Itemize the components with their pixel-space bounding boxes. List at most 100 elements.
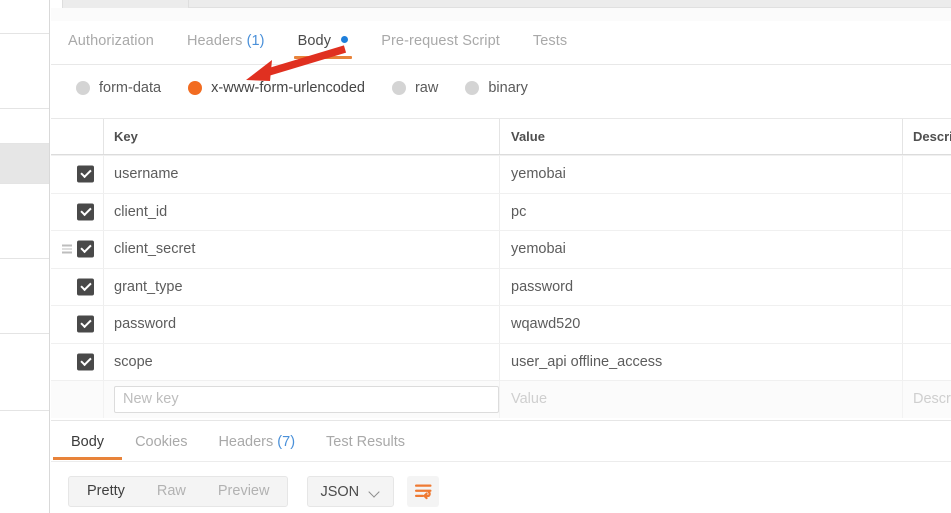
row-checkbox-cell	[51, 193, 104, 230]
row-checkbox-cell	[51, 156, 104, 193]
table-row: grant_type password	[51, 267, 951, 306]
row-key-cell[interactable]: grant_type	[104, 268, 500, 305]
body-mode-form-data[interactable]: form-data	[76, 80, 161, 96]
row-enabled-checkbox[interactable]	[77, 203, 94, 221]
row-key-cell[interactable]: scope	[104, 343, 500, 380]
new-description-placeholder: Descri	[913, 391, 951, 408]
new-row-description-cell[interactable]: Descri	[903, 381, 951, 418]
view-mode-pretty[interactable]: Pretty	[71, 477, 141, 506]
tab-tests[interactable]: Tests	[533, 22, 567, 49]
radio-selected-icon	[188, 81, 203, 95]
new-key-input[interactable]	[114, 385, 499, 413]
tab-body-active-underline	[293, 56, 353, 59]
tab-pre-request-script[interactable]: Pre-request Script	[381, 22, 500, 49]
new-row-value-cell[interactable]: Value	[500, 381, 903, 418]
header-cell-description: Descrip	[913, 129, 951, 144]
request-panel: Authorization Headers (1) Body Pre-reque…	[51, 0, 951, 513]
row-enabled-checkbox[interactable]	[77, 165, 94, 183]
header-cell-checkbox	[51, 119, 104, 154]
row-value-cell[interactable]: user_api offline_access	[500, 343, 903, 380]
table-row: client_id pc	[51, 192, 951, 231]
row-enabled-checkbox[interactable]	[77, 353, 94, 371]
row-value-cell[interactable]: pc	[500, 193, 903, 230]
row-value-text: password	[511, 278, 574, 295]
row-value-cell[interactable]: password	[500, 268, 903, 305]
response-tab-headers-count: (7)	[277, 434, 296, 450]
body-mode-urlencoded[interactable]: x-www-form-urlencoded	[188, 80, 365, 96]
row-checkbox-cell	[51, 231, 104, 268]
response-format-dropdown[interactable]: JSON	[307, 476, 395, 507]
response-tab-cookies-label: Cookies	[135, 434, 188, 450]
radio-icon	[465, 81, 480, 95]
row-description-cell[interactable]	[903, 156, 951, 193]
table-row: username yemobai	[51, 155, 951, 193]
row-checkbox-cell	[51, 268, 104, 305]
sidebar-partial	[0, 0, 50, 513]
unsaved-dot-icon	[341, 36, 349, 43]
row-value-text: yemobai	[511, 241, 566, 258]
body-mode-urlencoded-label: x-www-form-urlencoded	[211, 80, 365, 96]
row-key-cell[interactable]: username	[104, 156, 500, 193]
row-value-text: wqawd520	[511, 316, 581, 333]
view-mode-raw[interactable]: Raw	[141, 477, 202, 506]
row-value-text: yemobai	[511, 166, 566, 183]
response-tab-test-results-label: Test Results	[326, 434, 406, 450]
row-key-cell[interactable]: client_secret	[104, 231, 500, 268]
row-enabled-checkbox[interactable]	[77, 315, 94, 333]
body-params-table: Key Value Descrip username yemobai	[51, 118, 951, 418]
response-tab-test-results[interactable]: Test Results	[326, 421, 405, 450]
sidebar-divider	[0, 258, 50, 259]
row-value-text: pc	[511, 203, 527, 220]
response-tab-body[interactable]: Body	[53, 421, 123, 460]
tab-headers-count: (1)	[246, 33, 265, 49]
sidebar-divider	[0, 108, 50, 109]
postman-request-body-panel: Authorization Headers (1) Body Pre-reque…	[0, 0, 951, 513]
word-wrap-toggle[interactable]	[407, 476, 440, 507]
tab-body[interactable]: Body	[293, 22, 353, 59]
table-header-row: Key Value Descrip	[51, 119, 951, 155]
row-value-cell[interactable]: yemobai	[500, 156, 903, 193]
row-key-cell[interactable]: client_id	[104, 193, 500, 230]
row-description-cell[interactable]	[903, 306, 951, 343]
row-key-text: password	[114, 316, 177, 333]
tab-authorization[interactable]: Authorization	[68, 22, 154, 49]
new-value-placeholder: Value	[511, 391, 548, 408]
table-row: scope user_api offline_access	[51, 342, 951, 381]
row-value-cell[interactable]: yemobai	[500, 231, 903, 268]
request-subtabs: Authorization Headers (1) Body Pre-reque…	[51, 22, 951, 65]
row-checkbox-cell	[51, 343, 104, 380]
response-tab-headers[interactable]: Headers (7)	[218, 421, 295, 450]
sidebar-divider	[0, 410, 50, 411]
row-description-cell[interactable]	[903, 269, 951, 306]
tab-authorization-label: Authorization	[68, 33, 154, 49]
tab-headers-label: Headers	[186, 33, 243, 49]
table-row: password wqawd520	[51, 305, 951, 343]
tab-pre-request-script-label: Pre-request Script	[381, 33, 500, 49]
body-mode-binary[interactable]: binary	[465, 80, 528, 96]
sidebar-selected-item[interactable]	[0, 143, 50, 183]
radio-icon	[76, 81, 90, 95]
radio-icon	[391, 81, 406, 95]
view-mode-preview[interactable]: Preview	[202, 477, 286, 506]
row-key-text: client_id	[114, 203, 168, 220]
body-mode-raw-label: raw	[414, 80, 439, 96]
row-key-cell[interactable]: password	[104, 306, 500, 343]
row-enabled-checkbox[interactable]	[77, 240, 94, 258]
response-tab-body-active-underline	[53, 457, 123, 460]
row-key-text: grant_type	[114, 278, 183, 295]
row-value-cell[interactable]: wqawd520	[500, 306, 903, 343]
sidebar-edge	[49, 0, 50, 513]
row-description-cell[interactable]	[903, 194, 951, 231]
row-description-cell[interactable]	[903, 231, 951, 268]
response-tab-headers-label: Headers	[218, 434, 274, 450]
response-tab-cookies[interactable]: Cookies	[135, 421, 187, 450]
sidebar-divider	[0, 183, 50, 184]
drag-handle-icon[interactable]	[62, 244, 72, 254]
response-tabs: Body Cookies Headers (7) Test Results	[51, 420, 951, 462]
body-mode-raw[interactable]: raw	[391, 80, 439, 96]
header-cell-key: Key	[104, 119, 500, 154]
row-enabled-checkbox[interactable]	[77, 278, 94, 296]
table-new-row: Value Descri	[51, 380, 951, 418]
row-description-cell[interactable]	[903, 344, 951, 381]
tab-headers[interactable]: Headers (1)	[187, 22, 265, 49]
